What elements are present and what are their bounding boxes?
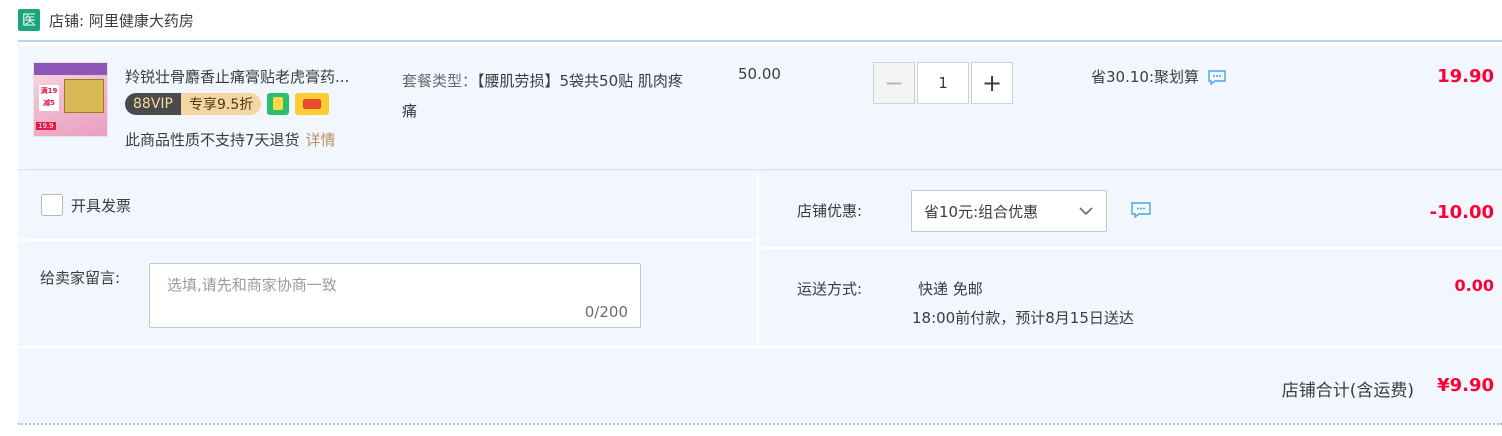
shipping-method: 快递 免邮: [918, 280, 983, 298]
seller-message-placeholder: 选填,请先和商家协商一致: [167, 276, 337, 294]
quantity-decrease-button[interactable]: −: [873, 62, 915, 104]
shop-discount-selected-value: 省10元:组合优惠: [924, 202, 1039, 221]
shop-header: 医 店铺: 阿里健康大药房: [18, 6, 194, 34]
options-left-panel: 开具发票 给卖家留言: 选填,请先和商家协商一致 0/200: [18, 172, 759, 346]
return-policy-note: 此商品性质不支持7天退货 详情: [125, 129, 336, 150]
discount-comment-icon[interactable]: [1130, 201, 1152, 219]
shop-total-row: 店铺合计(含运费) ¥9.90: [18, 348, 1502, 423]
right-panel-divider: [761, 247, 1502, 249]
shop-discount-select[interactable]: 省10元:组合优惠: [911, 190, 1107, 232]
return-policy-text: 此商品性质不支持7天退货: [125, 131, 300, 149]
bottom-divider: [18, 423, 1502, 425]
package-type-label: 套餐类型：: [402, 72, 478, 90]
order-options: 开具发票 给卖家留言: 选填,请先和商家协商一致 0/200 店铺优惠: 省10…: [18, 172, 1502, 346]
package-type: 套餐类型：【腰肌劳损】5袋共50贴 肌肉疼痛: [402, 66, 692, 126]
shipping-eta: 18:00前付款，预计8月15日送达: [912, 309, 1134, 327]
thumb-product-box: [64, 79, 104, 113]
invoice-checkbox[interactable]: [41, 194, 63, 216]
top-divider: [18, 40, 1502, 42]
shipping-cost: 0.00: [1454, 276, 1494, 295]
quantity-input[interactable]: 1: [917, 62, 969, 104]
invoice-label: 开具发票: [71, 196, 132, 215]
unit-price: 50.00: [738, 65, 781, 83]
row-divider: [18, 169, 1502, 171]
left-panel-divider: [18, 239, 759, 241]
options-right-panel: 店铺优惠: 省10元:组合优惠 -10.00 运送方式: 快递 免邮 18:00…: [761, 172, 1502, 346]
item-subtotal: 19.90: [1437, 66, 1494, 87]
shop-total-value: ¥9.90: [1437, 375, 1494, 396]
pharmacy-badge-icon: 医: [18, 9, 40, 31]
item-promotion: 省30.10:聚划算: [1091, 66, 1227, 87]
vip-discount-badge: 专享9.5折: [180, 93, 262, 115]
thumb-band: [34, 63, 107, 75]
promotion-text: 省30.10:聚划算: [1091, 68, 1199, 86]
credit-card-icon: [295, 93, 330, 115]
order-item-row: 满19减5 19.9 羚锐壮骨麝香止痛膏贴老虎膏药... 88VIP 专享9.5…: [18, 46, 1502, 169]
seller-message-char-count: 0/200: [584, 303, 628, 321]
seller-message-label: 给卖家留言:: [40, 269, 121, 287]
promotion-comment-icon[interactable]: [1207, 69, 1227, 85]
invoice-option[interactable]: 开具发票: [41, 194, 131, 216]
shipping-label: 运送方式:: [797, 280, 863, 298]
thumb-promo-tag: 满19减5: [39, 85, 59, 111]
product-title[interactable]: 羚锐壮骨麝香止痛膏贴老虎膏药...: [125, 66, 395, 87]
product-tags: 88VIP 专享9.5折: [125, 92, 330, 116]
quantity-stepper: − 1 +: [873, 62, 1013, 104]
chevron-down-icon: [1078, 203, 1094, 219]
thumb-price-tag: 19.9: [36, 122, 56, 130]
quantity-increase-button[interactable]: +: [971, 62, 1013, 104]
shop-discount-label: 店铺优惠:: [797, 202, 863, 220]
shop-name[interactable]: 店铺: 阿里健康大药房: [49, 10, 194, 31]
vip-badge: 88VIP: [125, 93, 181, 115]
shop-discount-amount: -10.00: [1429, 202, 1494, 223]
shop-total-label: 店铺合计(含运费): [1281, 381, 1414, 401]
seller-message-input[interactable]: 选填,请先和商家协商一致 0/200: [149, 263, 641, 328]
return-policy-details-link[interactable]: 详情: [306, 131, 336, 149]
product-thumbnail[interactable]: 满19减5 19.9: [33, 62, 108, 137]
service-guarantee-icon: [267, 93, 290, 115]
